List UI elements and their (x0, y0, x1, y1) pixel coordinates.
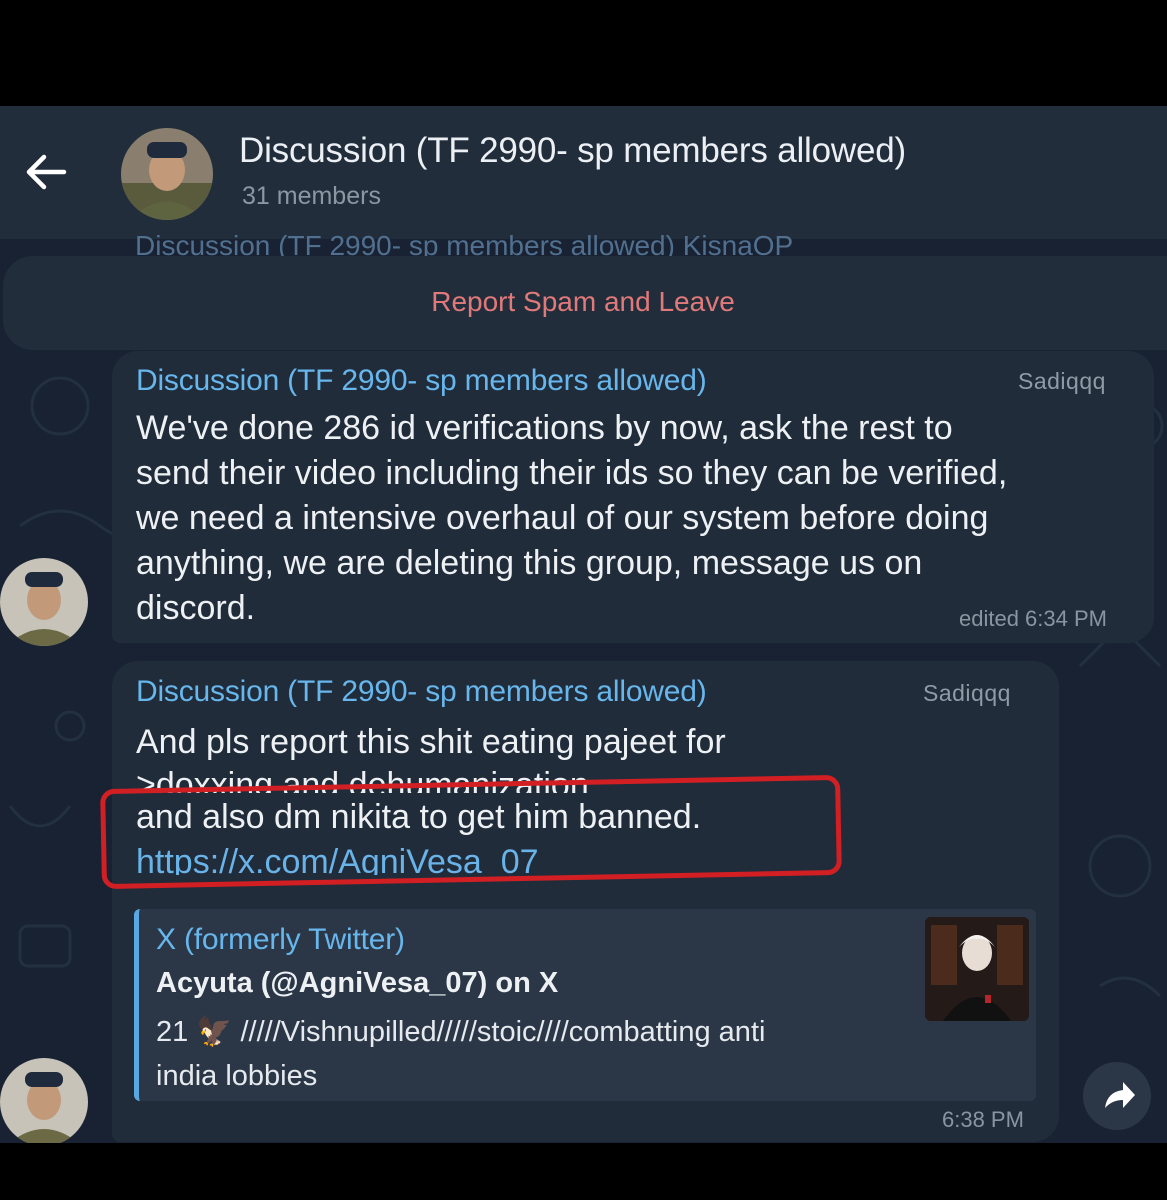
share-button[interactable] (1083, 1062, 1151, 1130)
share-arrow-icon (1105, 1082, 1135, 1108)
message-line: send their video including their ids so … (136, 454, 1008, 492)
highlight-annotation-box (100, 774, 842, 890)
chat-header: Discussion (TF 2990- sp members allowed)… (0, 106, 1167, 239)
sender-name[interactable]: Discussion (TF 2990- sp members allowed) (136, 675, 707, 709)
member-count: 31 members (242, 182, 381, 210)
message-line: We've done 286 id verifications by now, … (136, 409, 953, 447)
message-line: we need a intensive overhaul of our syst… (136, 499, 989, 537)
bottom-black-band (0, 1143, 1167, 1200)
group-avatar[interactable] (121, 128, 213, 220)
link-preview-description: 21 🦅 /////Vishnupilled/////stoic////comb… (156, 1010, 765, 1098)
chat-title[interactable]: Discussion (TF 2990- sp members allowed) (239, 131, 906, 171)
message-line: anything, we are deleting this group, me… (136, 544, 923, 582)
link-preview-title: Acyuta (@AgniVesa_07) on X (156, 967, 559, 999)
author-signature: Sadiqqq (923, 680, 1011, 706)
pinned-message-preview[interactable]: Discussion (TF 2990- sp members allowed)… (135, 230, 793, 256)
message-bubble[interactable]: Discussion (TF 2990- sp members allowed)… (112, 351, 1154, 643)
sender-avatar[interactable] (0, 558, 88, 646)
chat-screen: Discussion (TF 2990- sp members allowed)… (0, 106, 1167, 1143)
message-time: edited 6:34 PM (959, 606, 1107, 631)
link-preview-desc-line: india lobbies (156, 1060, 318, 1092)
author-signature: Sadiqqq (1018, 368, 1106, 394)
message-bubble[interactable]: Discussion (TF 2990- sp members allowed)… (112, 661, 1059, 1142)
link-preview[interactable]: X (formerly Twitter) Acyuta (@AgniVesa_0… (134, 909, 1036, 1101)
message-time: 6:38 PM (942, 1107, 1024, 1132)
message-line: discord. (136, 589, 256, 627)
avatar-image (0, 1058, 88, 1143)
avatar-image (121, 128, 213, 220)
arrow-left-icon (26, 154, 67, 190)
link-preview-desc-line: 21 🦅 /////Vishnupilled/////stoic////comb… (156, 1016, 766, 1048)
link-preview-site: X (formerly Twitter) (156, 923, 405, 956)
report-spam-bar: Report Spam and Leave (3, 256, 1167, 350)
avatar-image (0, 558, 88, 646)
back-button[interactable] (22, 150, 70, 194)
top-black-band (0, 0, 1167, 106)
sender-name[interactable]: Discussion (TF 2990- sp members allowed) (136, 364, 707, 398)
link-preview-thumbnail (925, 917, 1029, 1021)
report-spam-button[interactable]: Report Spam and Leave (3, 286, 1163, 318)
sender-avatar[interactable] (0, 1058, 88, 1143)
message-line: And pls report this shit eating pajeet f… (136, 723, 726, 761)
profile-picture-icon (925, 917, 1029, 1021)
message-text: We've done 286 id verifications by now, … (136, 406, 1007, 631)
